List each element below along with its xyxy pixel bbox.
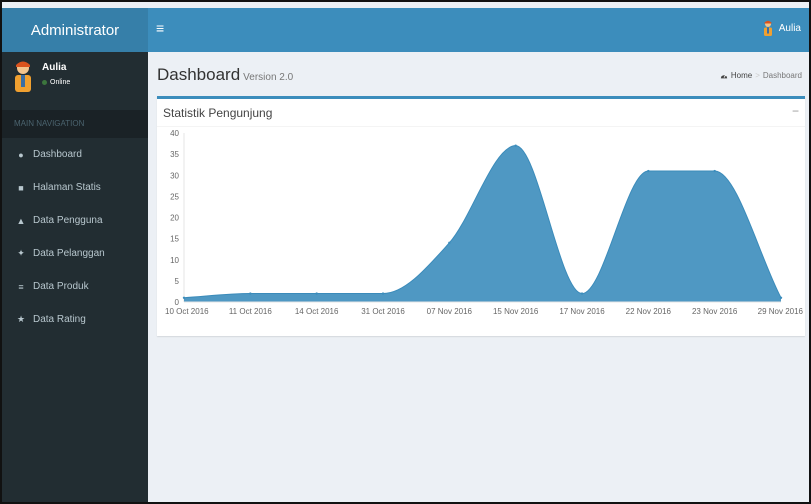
x-tick-label: 15 Nov 2016 [493,307,539,316]
data-point-10-oct-2016 [182,296,186,299]
x-tick-label: 07 Nov 2016 [427,307,473,316]
sidebar-item-label: Halaman Statis [33,182,101,193]
sidebar-menu: ● Dashboard ■ Halaman Statis ▲ Data Peng… [2,138,148,336]
page-title-text: Dashboard [157,65,241,84]
y-tick-label: 0 [175,298,180,307]
x-tick-label: 22 Nov 2016 [626,307,672,316]
box-title: Statistik Pengunjung [163,106,273,120]
x-tick-label: 10 Oct 2016 [165,307,209,316]
y-tick-label: 30 [170,171,179,180]
data-point-15-nov-2016 [514,144,517,147]
data-point-11-oct-2016 [249,292,252,295]
visitor-stats-box: Statistik Pengunjung − 0 5 10 15 20 25 30 35 40 1… [157,96,805,336]
y-tick-label: 10 [170,256,179,265]
nav-header: MAIN NAVIGATION [2,110,148,138]
collapse-button[interactable]: − [792,104,799,118]
page-title: Dashboard Version 2.0 [157,65,293,85]
data-point-07-nov-2016 [448,241,451,245]
breadcrumb-separator: > [755,71,760,80]
x-tick-label: 29 Nov 2016 [758,307,804,316]
data-point-14-oct-2016 [315,292,318,295]
sidebar-item-halaman-statis[interactable]: ■ Halaman Statis [2,171,148,204]
data-point-17-nov-2016 [580,292,584,295]
breadcrumb-current: Dashboard [762,71,802,80]
x-tick-label: 17 Nov 2016 [559,307,605,316]
sidebar-item-data-produk[interactable]: ≡ Data Produk [2,270,148,303]
sidebar-toggle-button[interactable]: ≡ [156,20,164,36]
sidebar-item-label: Data Pelanggan [33,248,105,259]
user-menu[interactable]: Aulia [762,20,801,36]
sidebar-item-dashboard[interactable]: ● Dashboard [2,138,148,171]
page-subtitle: Version 2.0 [243,72,294,83]
x-tick-label: 14 Oct 2016 [295,307,339,316]
data-point-31-oct-2016 [381,292,385,295]
x-tick-label: 31 Oct 2016 [361,307,405,316]
visitor-area-series [184,145,781,302]
list-icon: ≡ [18,281,24,292]
y-tick-label: 25 [170,192,179,201]
dashboard-icon: ● [18,149,24,160]
x-tick-label: 23 Nov 2016 [692,307,738,316]
sidebar-item-label: Data Pengguna [33,215,103,226]
avatar [15,61,31,92]
sidebar-item-label: Dashboard [33,149,82,160]
star-icon: ★ [16,314,26,324]
y-tick-label: 35 [170,150,179,159]
visitor-area-chart: 0 5 10 15 20 25 30 35 40 10 Oct 2016 11 Oct 2016 14… [165,129,804,316]
brand-text: Administrator [30,21,120,39]
y-tick-label: 15 [170,235,179,244]
x-tick-label: 11 Oct 2016 [229,307,273,316]
box-header: Statistik Pengunjung − [157,99,805,127]
sidebar-item-label: Data Rating [33,314,86,325]
top-user-name: Aulia [778,22,801,34]
users-icon: ✦ [17,248,25,258]
user-icon: ▲ [16,215,26,226]
user-panel: Aulia Online [2,52,148,110]
sidebar-item-data-pengguna[interactable]: ▲ Data Pengguna [2,204,148,237]
data-point-23-nov-2016 [713,169,716,173]
breadcrumb-home-link[interactable]: Home [731,71,752,80]
sidebar-item-data-pelanggan[interactable]: ✦ Data Pelanggan [2,237,148,270]
dashboard-icon [720,74,728,78]
content-wrapper: Dashboard Version 2.0 Home > Dashboard St… [148,52,809,502]
book-icon: ■ [18,182,24,193]
content-header: Dashboard Version 2.0 Home > Dashboard [148,52,809,94]
y-tick-label: 40 [170,129,179,138]
top-navbar: ≡ Aulia [148,8,809,52]
y-tick-label: 5 [175,277,180,286]
app-window: Administrator ≡ Aulia Aulia Online MAIN … [0,0,811,504]
user-status: Online [42,79,70,86]
data-point-29-nov-2016 [779,296,783,299]
y-tick-label: 20 [170,214,179,223]
breadcrumb: Home > Dashboard [720,71,802,80]
sidebar: Aulia Online MAIN NAVIGATION ● Dashboard… [2,52,148,502]
data-point-22-nov-2016 [647,169,650,173]
sidebar-item-label: Data Produk [33,281,89,292]
user-status-label: Online [50,79,71,86]
sidebar-item-data-rating[interactable]: ★ Data Rating [2,303,148,336]
brand-logo[interactable]: Administrator [2,8,148,52]
user-name: Aulia [42,62,67,73]
online-dot-icon [42,80,47,85]
user-avatar-icon [763,20,772,36]
